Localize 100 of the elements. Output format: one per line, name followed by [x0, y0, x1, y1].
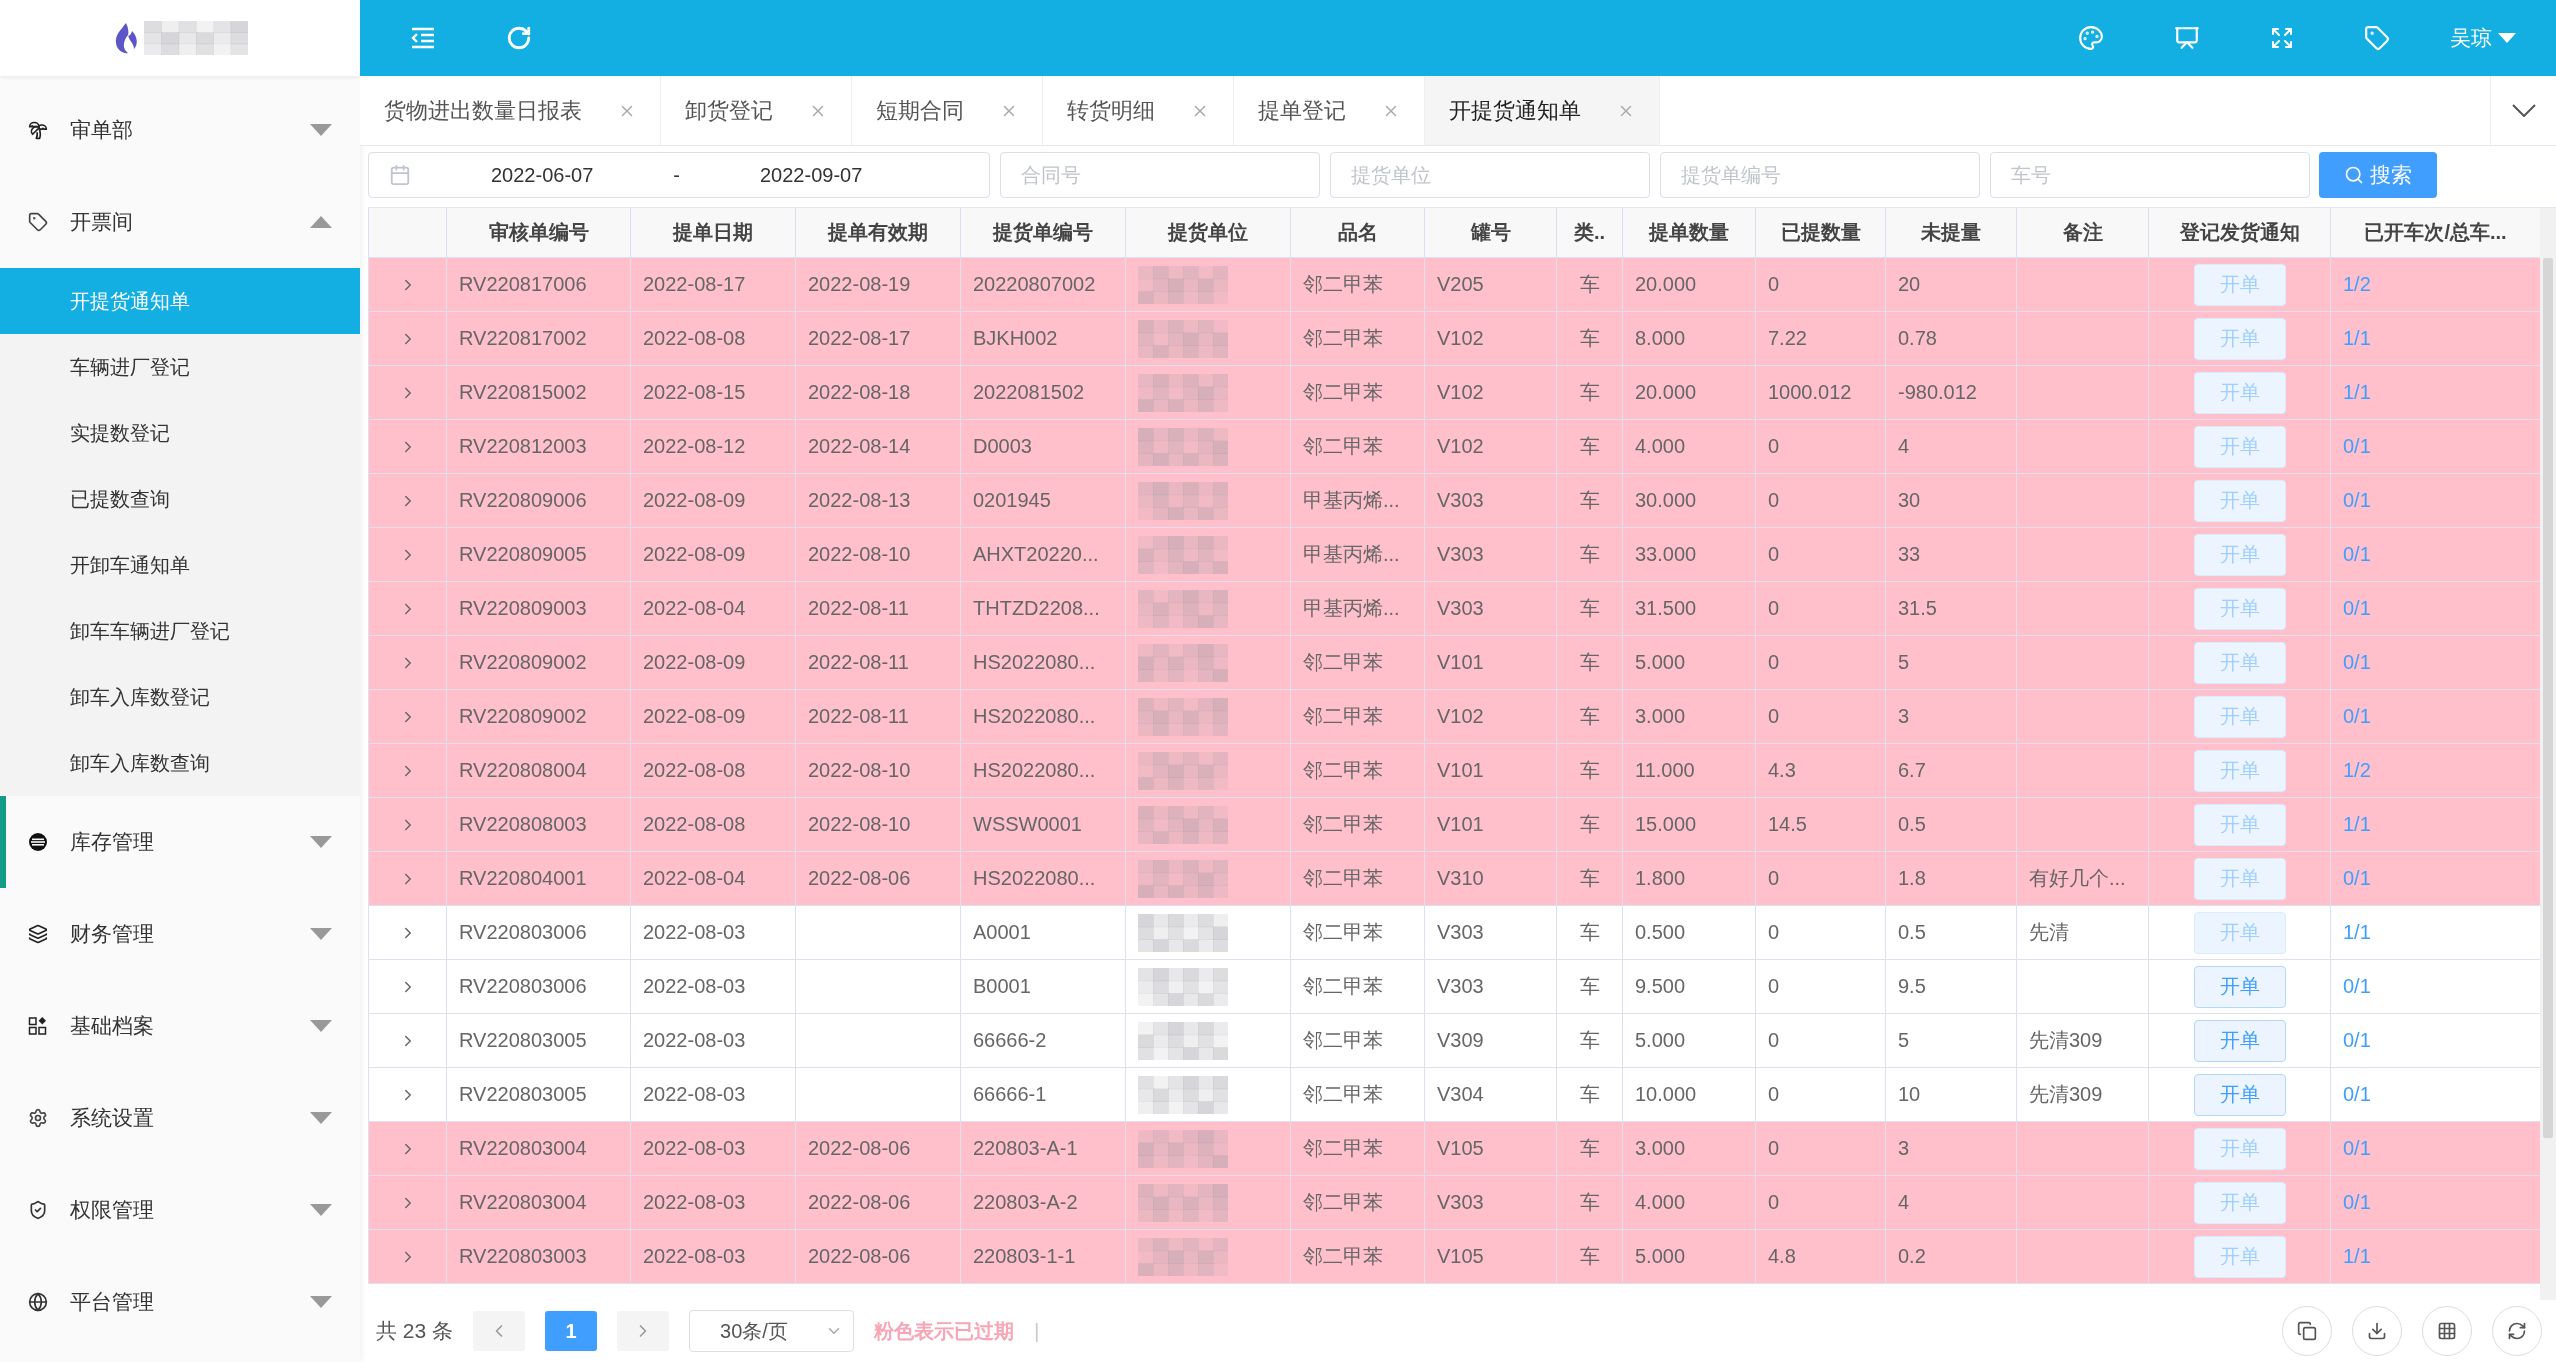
sidebar-item[interactable]: 平台管理 — [0, 1256, 360, 1348]
date-range-field[interactable]: 2022-06-07 - 2022-09-07 — [368, 152, 990, 198]
table-cell-text: 车 — [1579, 812, 1600, 837]
sidebar-item[interactable]: 审单部 — [0, 84, 360, 176]
menu-fold-icon[interactable] — [410, 27, 436, 49]
table-cell: 2022-08-04 — [643, 597, 746, 620]
table-cell: 15.000 — [1635, 813, 1697, 836]
issue-button[interactable]: 开单 — [2193, 1019, 2286, 1062]
trips-link[interactable]: 0/1 — [2343, 705, 2371, 728]
issue-button[interactable]: 开单 — [2193, 1073, 2286, 1116]
sidebar-item-label: 平台管理 — [70, 1289, 155, 1315]
trips-link[interactable]: 0/1 — [2343, 1137, 2371, 1160]
page-button[interactable]: 1 — [545, 1311, 598, 1351]
tab[interactable]: 开提货通知单 — [1425, 76, 1660, 145]
trips-link[interactable]: 0/1 — [2343, 975, 2371, 998]
issue-button[interactable]: 开单 — [2193, 965, 2286, 1008]
trips-link[interactable]: 0/1 — [2343, 867, 2371, 890]
trips-link[interactable]: 0/1 — [2343, 489, 2371, 512]
table-cell: WSSW0001 — [973, 813, 1082, 836]
submenu-item[interactable]: 车辆进厂登记 — [0, 334, 360, 400]
refresh-icon[interactable] — [506, 25, 532, 51]
submenu-item[interactable]: 实提数登记 — [0, 400, 360, 466]
input-field[interactable]: 合同号 — [1000, 152, 1320, 198]
input-field[interactable]: 车号 — [1990, 152, 2310, 198]
table-cell-text: 邻二甲苯 — [1303, 758, 1383, 783]
table-cell: 2022-08-11 — [808, 597, 909, 620]
table-cell-text: 邻二甲苯 — [1303, 380, 1383, 405]
table-cell: RV220803006 — [459, 921, 587, 944]
tag-icon[interactable] — [2364, 25, 2390, 51]
trips-link[interactable]: 1/1 — [2343, 327, 2371, 350]
sidebar-item[interactable]: 库存管理 — [0, 796, 360, 888]
sidebar-item[interactable]: 基础档案 — [0, 980, 360, 1072]
trips-link[interactable]: 1/1 — [2343, 921, 2371, 944]
presentation-icon[interactable] — [2174, 25, 2200, 51]
trips-link[interactable]: 1/2 — [2343, 273, 2371, 296]
input-field[interactable]: 提货单编号 — [1660, 152, 1980, 198]
column-header: 品名 — [1290, 208, 1424, 257]
sidebar-item[interactable]: 开票间 — [0, 176, 360, 268]
download-button[interactable] — [2352, 1306, 2402, 1356]
trips-link[interactable]: 0/1 — [2343, 1083, 2371, 1106]
table-cell-text: 有好几个... — [2029, 866, 2126, 891]
trips-link[interactable]: 0/1 — [2343, 597, 2371, 620]
table-cell: V303 — [1437, 1191, 1484, 1214]
submenu-item[interactable]: 开卸车通知单 — [0, 532, 360, 598]
submenu-item[interactable]: 已提数查询 — [0, 466, 360, 532]
table-cell: 0.5 — [1898, 921, 1926, 944]
sidebar-item[interactable]: 财务管理 — [0, 888, 360, 980]
table-cell: 2022081502 — [973, 381, 1085, 404]
table-cell: V303 — [1437, 543, 1484, 566]
user-menu[interactable]: 吴琼 — [2450, 24, 2516, 52]
table-cell-text: 邻二甲苯 — [1303, 326, 1383, 351]
table-cell-text: 邻二甲苯 — [1303, 272, 1383, 297]
table-cell: 2022-08-12 — [643, 435, 746, 458]
search-button[interactable]: 搜索 — [2319, 152, 2437, 198]
refresh-button[interactable] — [2492, 1306, 2542, 1356]
trips-link[interactable]: 1/1 — [2343, 813, 2371, 836]
submenu-item[interactable]: 卸车入库数查询 — [0, 730, 360, 796]
table-cell: 31.5 — [1898, 597, 1937, 620]
trips-link[interactable]: 0/1 — [2343, 1029, 2371, 1052]
tag-icon — [28, 212, 48, 232]
caret-down-icon — [2498, 33, 2516, 43]
scrollbar[interactable] — [2540, 208, 2556, 1300]
page-size-select[interactable]: 30条/页 — [689, 1310, 855, 1352]
table-cell: 2022-08-04 — [643, 867, 746, 890]
copy-button[interactable] — [2282, 1306, 2332, 1356]
table-cell: V105 — [1437, 1245, 1484, 1268]
table-cell: 7.22 — [1768, 327, 1807, 350]
table-cell: -980.012 — [1898, 381, 1977, 404]
table-cell-text: 甲基丙烯... — [1303, 488, 1400, 513]
sidebar-item[interactable]: 系统设置 — [0, 1072, 360, 1164]
trips-link[interactable]: 0/1 — [2343, 543, 2371, 566]
table-cell: 2022-08-06 — [808, 867, 911, 890]
calendar-icon — [389, 164, 411, 186]
trips-link[interactable]: 1/1 — [2343, 381, 2371, 404]
column-header: 提单有效期 — [795, 208, 960, 257]
table-cell: 0 — [1768, 273, 1780, 296]
table-cell: V205 — [1437, 273, 1484, 296]
trips-link[interactable]: 0/1 — [2343, 651, 2371, 674]
table-cell: 8.000 — [1635, 327, 1686, 350]
list-circle-icon — [28, 832, 48, 852]
columns-button[interactable] — [2422, 1306, 2472, 1356]
trips-link[interactable]: 1/2 — [2343, 759, 2371, 782]
trips-link[interactable]: 0/1 — [2343, 1191, 2371, 1214]
submenu-item[interactable]: 卸车车辆进厂登记 — [0, 598, 360, 664]
palette-icon[interactable] — [2078, 25, 2104, 51]
sidebar-item-label: 库存管理 — [70, 829, 155, 855]
submenu-item[interactable]: 开提货通知单 — [0, 268, 360, 334]
caret-down-icon — [310, 1204, 332, 1216]
fullscreen-icon[interactable] — [2270, 26, 2294, 50]
submenu-item[interactable]: 卸车入库数登记 — [0, 664, 360, 730]
sidebar-item[interactable]: 权限管理 — [0, 1164, 360, 1256]
table-cell: 2022-08-18 — [808, 381, 911, 404]
table-cell-text: 车 — [1579, 974, 1600, 999]
table-cell: 0201945 — [973, 489, 1051, 512]
table-cell: V101 — [1437, 759, 1484, 782]
table-cell: 66666-2 — [973, 1029, 1047, 1052]
input-field[interactable]: 提货单位 — [1330, 152, 1650, 198]
table-cell: 3.000 — [1635, 1137, 1686, 1160]
trips-link[interactable]: 1/1 — [2343, 1245, 2371, 1268]
trips-link[interactable]: 0/1 — [2343, 435, 2371, 458]
